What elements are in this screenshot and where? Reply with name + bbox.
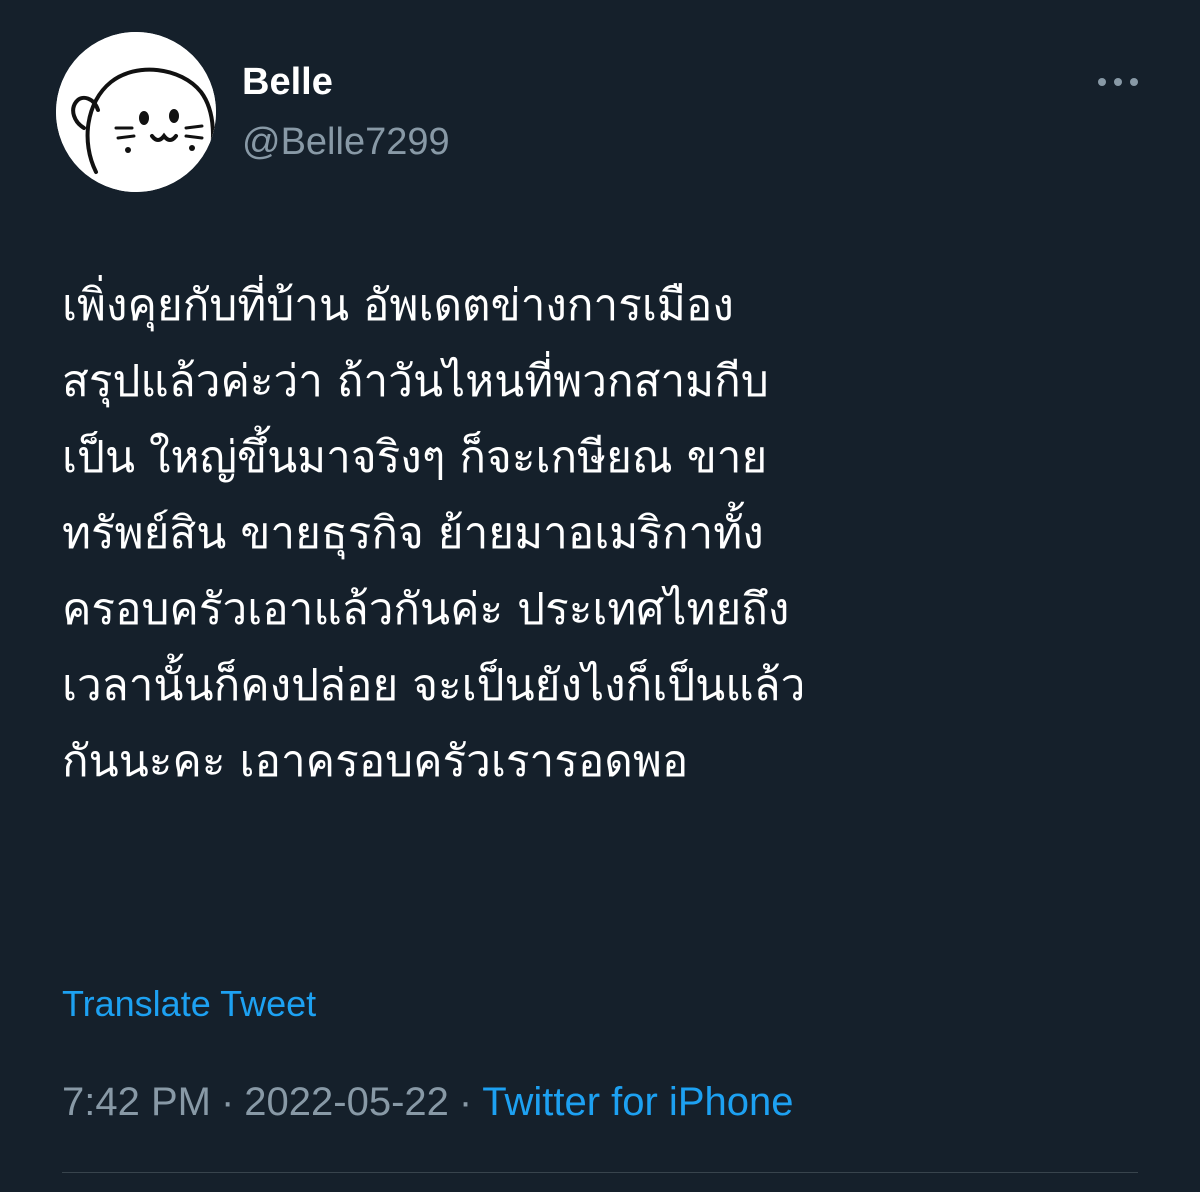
tweet-text-line: เวลานั้นก็คงปล่อย จะเป็นยังไงก็เป็นแล้ว — [62, 660, 806, 711]
tweet-text-line: ครอบครัวเอาแล้วกันค่ะ ประเทศไทยถึง — [62, 584, 790, 635]
seal-avatar-icon — [56, 32, 216, 192]
tweet-source-link[interactable]: Twitter for iPhone — [482, 1080, 793, 1124]
avatar[interactable] — [56, 32, 216, 192]
tweet-text-line: เพิ่งคุยกับที่บ้าน อัพเดตข่างการเมือง — [62, 280, 734, 331]
tweet-text-line: เป็น ใหญ่ขึ้นมาจริงๆ ก็จะเกษียณ ขาย — [62, 432, 768, 483]
divider — [62, 1172, 1138, 1173]
meta-separator: · — [458, 1080, 473, 1124]
tweet-header: Belle @Belle7299 — [56, 32, 1156, 192]
tweet-date[interactable]: 2022-05-22 — [244, 1080, 449, 1124]
display-name[interactable]: Belle — [242, 60, 333, 104]
tweet-text: เพิ่งคุยกับที่บ้าน อัพเดตข่างการเมือง สร… — [62, 268, 1162, 800]
more-options-button[interactable] — [1088, 62, 1148, 102]
more-dots-icon — [1098, 78, 1138, 86]
tweet-time[interactable]: 7:42 PM — [62, 1080, 211, 1124]
tweet-text-line: สรุปแล้วค่ะว่า ถ้าวันไหนที่พวกสามกีบ — [62, 356, 769, 407]
user-handle[interactable]: @Belle7299 — [242, 120, 450, 164]
meta-separator: · — [220, 1080, 235, 1124]
translate-tweet-link[interactable]: Translate Tweet — [62, 982, 316, 1026]
tweet-meta: 7:42 PM · 2022-05-22 · Twitter for iPhone — [62, 1076, 793, 1128]
tweet-text-line: กันนะคะ เอาครอบครัวเรารอดพอ — [62, 736, 689, 787]
tweet-text-line: ทรัพย์สิน ขายธุรกิจ ย้ายมาอเมริกาทั้ง — [62, 508, 764, 559]
